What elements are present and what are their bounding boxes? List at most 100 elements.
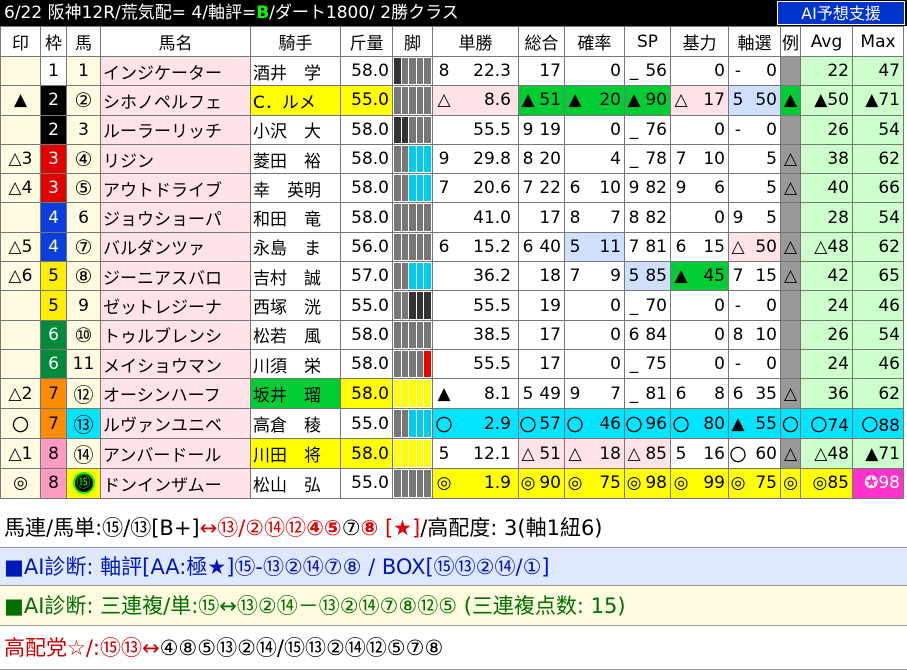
jockey-name: 酒井 学: [250, 55, 341, 87]
umaren-pick-red2: ⑧: [360, 516, 379, 540]
horse-row[interactable]: △1 8 ⑭ アンバードール 川田 将 58.0 5 12.1 △ 51 △ 18 △ 85 5 16 〇 60 △…: [0, 438, 904, 470]
waku-cell: 8: [40, 438, 67, 470]
odds-cell: 41.0: [432, 202, 519, 233]
col-header[interactable]: 確率: [564, 26, 625, 57]
horse-row[interactable]: ◎ 8 ⑮ ドンインザムー 松山 弘 55.0 ◎ 1.9 ◎ 90 ◎ 75 ◎ 98 ◎ 99 ◎ 75 ◎ ◎8…: [0, 468, 904, 499]
sogo-cell: 17: [518, 348, 565, 380]
sp-cell: ▲ 90: [624, 85, 671, 116]
sp: 90: [645, 90, 667, 111]
col-header[interactable]: 基力: [670, 26, 729, 57]
horse-name: トゥルブレンシ: [100, 319, 251, 350]
rei-cell: [780, 202, 801, 233]
kakuritsu-cell: 6 10: [564, 173, 625, 204]
waku-cell: 2: [40, 85, 67, 116]
horse-row[interactable]: △4 3 ⑤ アウトドライブ幸 英明 58.0 7 20.6 7 22 6 10 9 82 9 6 5 △ 40 6…: [0, 173, 904, 204]
sp: 85: [645, 266, 667, 287]
horse-row[interactable]: 2 3 ルーラーリッチ 小沢 大 58.0 55.5 9 19 0 _ 76 0-0 26 54: [0, 114, 904, 145]
legs-cell: [392, 378, 433, 410]
ai-support-button[interactable]: AI予想支援: [777, 1, 905, 25]
sogo-cell: 8 20: [518, 143, 565, 175]
odds: 1.9: [483, 473, 511, 494]
col-header[interactable]: SP: [624, 26, 671, 57]
kiryoku-mark: 6: [675, 383, 687, 404]
odds: 2.9: [483, 413, 511, 434]
odds-cell: 7 20.6: [432, 173, 519, 204]
horse-name: インジケーター: [100, 55, 251, 87]
sp-cell: _ 56: [624, 55, 671, 87]
horse-row[interactable]: △3 3 ④ リジン 菱田 裕 58.0 9 29.8 8 20 4 _ 78 7 10 5 △ 38 62: [0, 143, 904, 175]
avg-cell: 26: [800, 114, 853, 145]
col-header[interactable]: 脚: [392, 26, 433, 57]
col-header[interactable]: Avg: [800, 26, 853, 57]
axis-mark: ▲: [731, 413, 745, 434]
kakuritsu-cell: 0: [564, 55, 625, 87]
rei-cell: △: [780, 173, 801, 204]
sogo-mark: ◎: [520, 473, 536, 494]
kakuritsu: 0: [610, 324, 621, 345]
rei-cell: ◎: [780, 468, 801, 499]
kakuritsu-cell: 4: [564, 143, 625, 175]
axis-value: 35: [755, 383, 777, 404]
horse-row[interactable]: 6 ⑩ トゥルブレンシ 松若 風 58.0 38.5 17 0 6 84 0 8 10 26 54: [0, 319, 904, 350]
col-header[interactable]: 例: [780, 26, 801, 57]
col-header[interactable]: 単勝: [432, 26, 519, 57]
sp: 76: [645, 119, 667, 140]
mark-cell: 〇: [0, 408, 41, 440]
jockey-name: 高倉 稜: [250, 408, 341, 440]
axis-value: 0: [766, 119, 777, 140]
odds: 22.3: [473, 61, 511, 82]
kakuritsu-cell: ◎ 75: [564, 468, 625, 499]
sp: 98: [645, 473, 667, 494]
sp-cell: △ 85: [624, 438, 671, 470]
horse-row[interactable]: △2 7 ⑫ オーシンハーフ 坂井 瑠 58.0 ▲ 8.1 5 49 9 7 _ 81 6 8 6 35 △ 36 6…: [0, 378, 904, 410]
horse-row[interactable]: △6 5 ⑧ ジーニアスバロ 吉村 誠 57.0 36.2 18 7 9 5 85 ▲ 45 7 15 △ 42 6…: [0, 261, 904, 292]
col-header[interactable]: 軸選: [728, 26, 781, 57]
kiryoku: 0: [714, 295, 725, 316]
kinryo-cell: 58.0: [340, 378, 393, 410]
axis-value: 5: [766, 149, 777, 170]
kinryo-cell: 58.0: [340, 319, 393, 350]
odds: 12.1: [473, 443, 511, 464]
sp-mark: _: [629, 354, 639, 375]
sogo: 18: [539, 266, 561, 287]
horse-row[interactable]: 4 6 ジョウショーパ 和田 竜 58.0 41.0 17 8 7 8 82 0 9 5 28 54: [0, 202, 904, 233]
col-header[interactable]: 総合: [518, 26, 565, 57]
tan-mark: 8: [438, 61, 450, 82]
horse-row[interactable]: 1 1 インジケーター 酒井 学 58.0 8 22.3 17 0 _ 56 0-0 22 47: [0, 55, 904, 87]
kinryo-cell: 58.0: [340, 173, 393, 204]
sp-mark: 6: [628, 324, 640, 345]
horse-row[interactable]: 6 11 メイショウマン 川須 栄 58.0 55.5 17 0 _ 75 0-0 24 46: [0, 348, 904, 380]
waku-cell: 5: [40, 261, 67, 292]
sp-mark: ◎: [626, 473, 642, 494]
col-header[interactable]: 馬: [66, 26, 101, 57]
horse-row[interactable]: 〇 7 ⑬ ルヴァンユニベ 高倉 稜 55.0 〇 2.9 〇 57 〇 46 〇 96 〇 80 ▲ 55 〇〇7…: [0, 408, 904, 440]
kiryoku-mark: 9: [675, 178, 687, 199]
kiryoku: 16: [703, 443, 725, 464]
col-header[interactable]: 馬名: [100, 26, 251, 57]
kiryoku-cell: 96: [670, 173, 729, 204]
kakuritsu: 4: [610, 149, 621, 170]
sogo-mark: 8: [522, 149, 534, 170]
axis-cell: 8 10: [728, 319, 781, 350]
tan-mark: ◎: [436, 473, 452, 494]
axis-mark: -: [734, 119, 742, 140]
kakuritsu-mark: △: [568, 443, 582, 464]
col-header[interactable]: 騎手: [250, 26, 341, 57]
col-header[interactable]: 枠: [40, 26, 67, 57]
sp-mark: 7: [628, 236, 640, 257]
col-header[interactable]: 印: [0, 26, 41, 57]
horse-row[interactable]: 5 9 ゼットレジーナ 西塚 洸 55.0 55.5 19 0 _ 70 0-0 24 46: [0, 290, 904, 321]
waku-cell: 4: [40, 202, 67, 233]
horse-row[interactable]: ▲ 2 ② シホノペルフェ C．ルメ 55.0 △ 8.6 ▲ 51 ▲ 20 ▲ 90 △ 17 5 50 ▲ ▲5…: [0, 85, 904, 116]
axis-cell: △ 50: [728, 231, 781, 263]
horse-row[interactable]: △5 4 ⑦ バルダンツァ 永島 ま 56.0 6 15.2 6 40 5 11 7 81 6 15 △ 50 △ △…: [0, 231, 904, 263]
sogo-cell: 17: [518, 202, 565, 233]
kiryoku: 17: [703, 90, 725, 111]
odds: 38.5: [473, 324, 511, 345]
col-header[interactable]: Max: [852, 26, 904, 57]
sp-cell: _ 70: [624, 290, 671, 321]
jockey-name: 吉村 誠: [250, 261, 341, 292]
mark-cell: △6: [0, 261, 41, 292]
sp-mark: _: [629, 295, 639, 316]
col-header[interactable]: 斤量: [340, 26, 393, 57]
